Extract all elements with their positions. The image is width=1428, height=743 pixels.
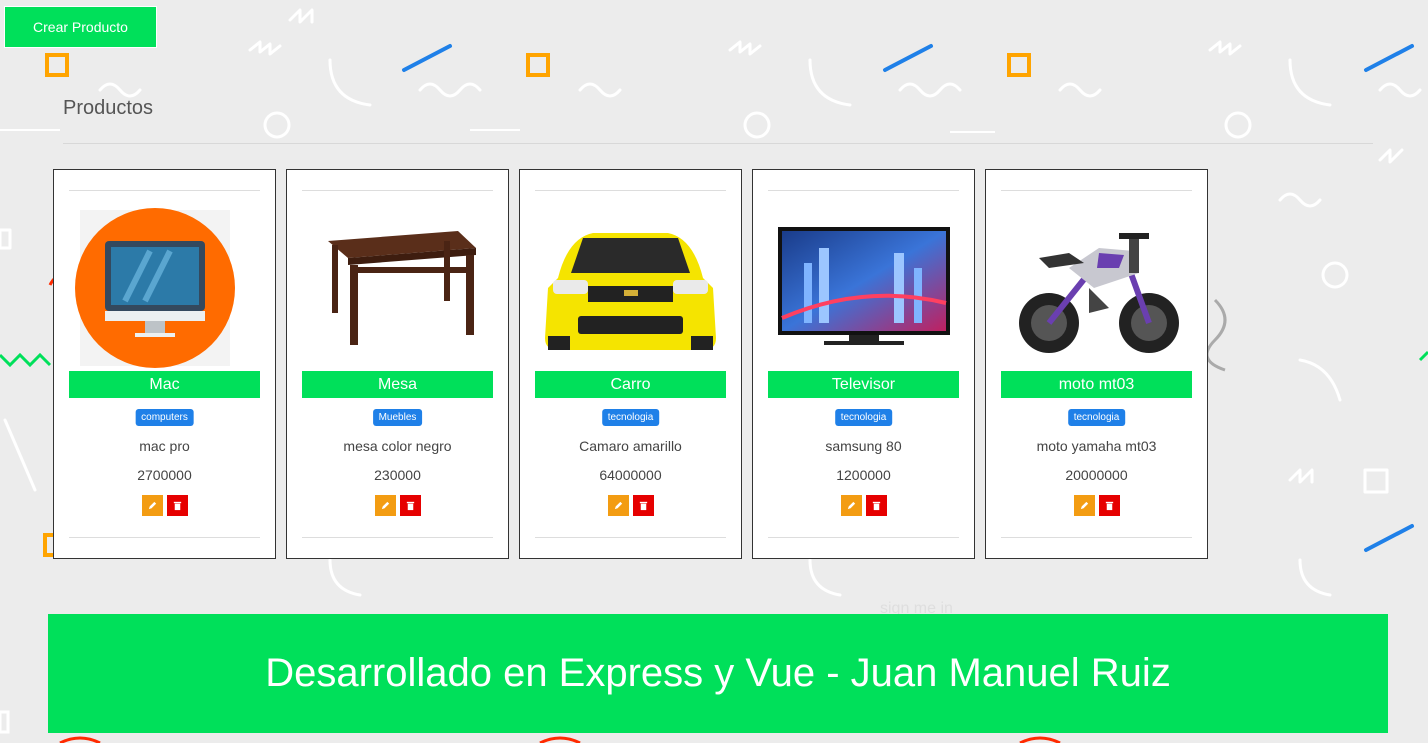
tv-icon: [777, 227, 950, 345]
edit-button[interactable]: [141, 495, 163, 516]
card-divider-top: [1001, 190, 1192, 191]
product-name: moto mt03: [1001, 371, 1192, 398]
pencil-icon: [381, 501, 389, 510]
category-badge: computers: [135, 409, 194, 426]
title-divider: [63, 143, 1373, 144]
card-actions: [54, 495, 275, 516]
footer-banner: Desarrollado en Express y Vue - Juan Man…: [48, 614, 1388, 733]
edit-button[interactable]: [1073, 495, 1095, 516]
card-actions: [520, 495, 741, 516]
product-card: Mesa Muebles mesa color negro 230000: [286, 169, 509, 559]
product-price: 1200000: [836, 467, 891, 483]
pencil-icon: [148, 501, 156, 510]
product-price: 20000000: [1065, 467, 1128, 483]
category-badge: tecnologia: [601, 409, 660, 426]
card-actions: [287, 495, 508, 516]
product-price: 2700000: [137, 467, 192, 483]
product-price: 64000000: [599, 467, 662, 483]
card-divider-top: [302, 190, 493, 191]
edit-button[interactable]: [374, 495, 396, 516]
motorcycle-icon: [1019, 233, 1179, 353]
card-divider-top: [768, 190, 959, 191]
delete-button[interactable]: [865, 495, 887, 516]
delete-button[interactable]: [166, 495, 188, 516]
card-divider-bottom: [1001, 537, 1192, 538]
card-divider-bottom: [69, 537, 260, 538]
pencil-icon: [847, 501, 855, 510]
imac-icon: [74, 208, 235, 368]
product-description: mac pro: [139, 438, 190, 454]
delete-button[interactable]: [399, 495, 421, 516]
edit-button[interactable]: [840, 495, 862, 516]
category-badge: tecnologia: [834, 409, 893, 426]
category-badge: Muebles: [372, 409, 423, 426]
pencil-icon: [1080, 501, 1088, 510]
delete-button[interactable]: [1098, 495, 1120, 516]
page-title: Productos: [63, 97, 154, 119]
product-description: Camaro amarillo: [579, 438, 682, 454]
product-name: Televisor: [768, 371, 959, 398]
card-divider-bottom: [535, 537, 726, 538]
product-name: Mesa: [302, 371, 493, 398]
card-actions: [986, 495, 1207, 516]
product-card: Televisor tecnologia samsung 80 1200000: [752, 169, 975, 559]
table-icon: [327, 231, 476, 345]
car-icon: [545, 233, 716, 350]
delete-button[interactable]: [632, 495, 654, 516]
trash-icon: [173, 501, 181, 511]
trash-icon: [872, 501, 880, 511]
trash-icon: [406, 501, 414, 511]
product-description: mesa color negro: [343, 438, 452, 454]
product-image: [302, 206, 493, 370]
category-badge: tecnologia: [1067, 409, 1126, 426]
card-actions: [753, 495, 974, 516]
card-divider-bottom: [768, 537, 959, 538]
product-image: [69, 206, 260, 370]
product-price: 230000: [374, 467, 421, 483]
product-name: Carro: [535, 371, 726, 398]
edit-button[interactable]: [607, 495, 629, 516]
product-card: Mac computers mac pro 2700000: [53, 169, 276, 559]
product-card: Carro tecnologia Camaro amarillo 6400000…: [519, 169, 742, 559]
product-card: moto mt03 tecnologia moto yamaha mt03 20…: [985, 169, 1208, 559]
pencil-icon: [614, 501, 622, 510]
product-description: moto yamaha mt03: [1036, 438, 1157, 454]
product-image: [1001, 206, 1192, 370]
create-product-button[interactable]: Crear Producto: [4, 6, 157, 48]
product-image: [535, 206, 726, 370]
product-name: Mac: [69, 371, 260, 398]
product-description: samsung 80: [825, 438, 902, 454]
trash-icon: [639, 501, 647, 511]
card-divider-top: [535, 190, 726, 191]
product-list: Mac computers mac pro 2700000 Mesa Muebl…: [53, 169, 1208, 559]
product-image: [768, 206, 959, 370]
card-divider-top: [69, 190, 260, 191]
trash-icon: [1105, 501, 1113, 511]
card-divider-bottom: [302, 537, 493, 538]
